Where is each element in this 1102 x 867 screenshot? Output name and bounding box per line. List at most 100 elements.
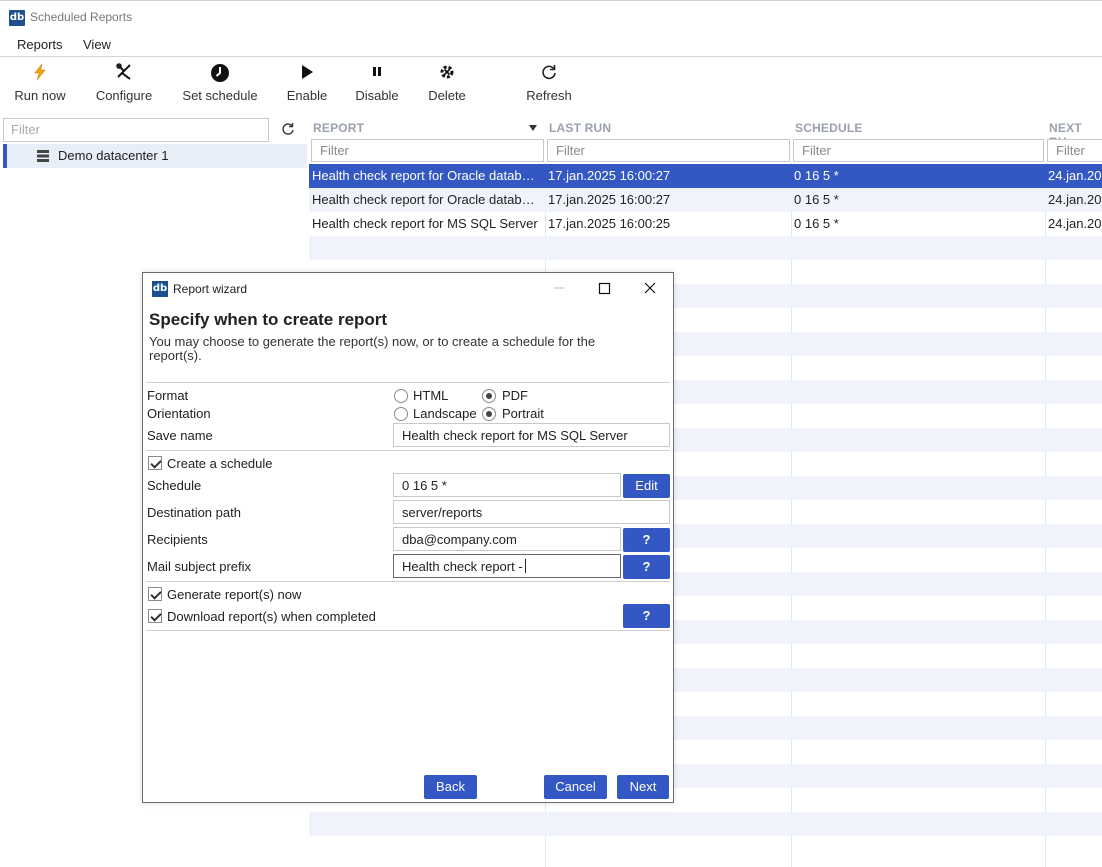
create-schedule-checkbox[interactable] <box>148 456 162 470</box>
refresh-label: Refresh <box>526 88 572 103</box>
tree-item-demo-datacenter[interactable]: Demo datacenter 1 <box>3 144 307 168</box>
table-row[interactable]: Health check report for Oracle database … <box>309 188 1102 212</box>
configure-button[interactable]: Configure <box>92 63 156 109</box>
refresh-button[interactable]: Refresh <box>523 63 575 109</box>
format-pdf-radio[interactable] <box>482 389 496 403</box>
app-logo-icon: db <box>9 10 25 26</box>
dialog-description: You may choose to generate the report(s)… <box>149 334 596 363</box>
run-now-label: Run now <box>14 88 66 103</box>
enable-label: Enable <box>286 88 328 103</box>
orientation-landscape-radio[interactable] <box>394 407 408 421</box>
window-title: Scheduled Reports <box>30 10 133 24</box>
cell-last-run: 17.jan.2025 16:00:25 <box>548 216 671 231</box>
recipients-help-button[interactable]: ? <box>623 528 670 552</box>
tools-icon <box>92 63 156 85</box>
dialog-heading: Specify when to create report <box>149 310 388 329</box>
cancel-button[interactable]: Cancel <box>544 775 607 799</box>
close-button[interactable] <box>628 276 672 300</box>
orientation-label: Orientation <box>147 406 211 421</box>
tree-filter-input[interactable]: Filter <box>3 118 269 142</box>
cell-schedule: 0 16 5 * <box>794 192 839 207</box>
column-header-schedule[interactable]: SCHEDULE <box>795 121 863 135</box>
format-html-label[interactable]: HTML <box>413 388 448 403</box>
schedule-field[interactable]: 0 16 5 * <box>393 473 621 497</box>
window-titlebar: db Scheduled Reports <box>0 0 1102 33</box>
format-html-radio[interactable] <box>394 389 408 403</box>
tree-item-label: Demo datacenter 1 <box>58 148 169 163</box>
table-row[interactable]: Health check report for MS SQL Server 17… <box>309 212 1102 236</box>
format-label: Format <box>147 388 189 403</box>
recipients-field[interactable]: dba@company.com <box>393 527 621 551</box>
cell-last-run: 17.jan.2025 16:00:27 <box>548 192 671 207</box>
next-button[interactable]: Next <box>617 775 669 799</box>
cell-report: Health check report for MS SQL Server <box>312 216 538 231</box>
configure-label: Configure <box>95 88 153 103</box>
menu-bar: Reports View <box>0 33 1102 57</box>
disable-label: Disable <box>355 88 399 103</box>
format-pdf-label[interactable]: PDF <box>502 388 528 403</box>
schedule-filter-input[interactable]: Filter <box>793 139 1044 162</box>
next-run-filter-input[interactable]: Filter <box>1047 139 1102 162</box>
grid-filter-row: Filter Filter Filter Filter <box>309 139 1102 163</box>
menu-reports[interactable]: Reports <box>17 37 63 52</box>
schedule-label: Schedule <box>147 478 202 493</box>
empty-row <box>309 812 1102 836</box>
cell-schedule: 0 16 5 * <box>794 168 839 183</box>
play-icon <box>284 63 330 85</box>
disable-button[interactable]: Disable <box>353 63 401 109</box>
divider <box>146 581 670 582</box>
cell-next-run: 24.jan.2025 <box>1048 168 1102 183</box>
destination-path-label: Destination path <box>147 505 241 520</box>
report-filter-input[interactable]: Filter <box>311 139 544 162</box>
delete-label: Delete <box>428 88 466 103</box>
sort-desc-icon[interactable] <box>529 125 537 131</box>
set-schedule-button[interactable]: Set schedule <box>178 63 262 109</box>
last-run-filter-input[interactable]: Filter <box>547 139 790 162</box>
save-name-label: Save name <box>147 428 213 443</box>
run-now-button[interactable]: Run now <box>10 63 70 109</box>
empty-row <box>309 836 1102 860</box>
database-server-icon <box>36 149 50 166</box>
divider <box>146 630 670 631</box>
pause-icon <box>353 63 401 85</box>
cell-next-run: 24.jan.2025 <box>1048 216 1102 231</box>
refresh-icon <box>523 63 575 85</box>
mail-subject-prefix-label: Mail subject prefix <box>147 559 252 574</box>
mail-subject-prefix-value: Health check report - <box>402 559 523 574</box>
maximize-button[interactable] <box>582 276 626 300</box>
empty-row <box>309 236 1102 260</box>
download-when-completed-label[interactable]: Download report(s) when completed <box>167 609 376 624</box>
tree-refresh-icon[interactable] <box>281 122 295 139</box>
destination-path-field[interactable]: server/reports <box>393 500 670 524</box>
generate-now-checkbox[interactable] <box>148 587 162 601</box>
orientation-portrait-label[interactable]: Portrait <box>502 406 544 421</box>
text-caret <box>524 559 526 573</box>
download-when-completed-checkbox[interactable] <box>148 609 162 623</box>
set-schedule-label: Set schedule <box>182 88 258 103</box>
table-row[interactable]: Health check report for Oracle database … <box>309 164 1102 188</box>
orientation-landscape-label[interactable]: Landscape <box>413 406 477 421</box>
enable-button[interactable]: Enable <box>284 63 330 109</box>
edit-schedule-button[interactable]: Edit <box>623 474 670 498</box>
column-header-report[interactable]: REPORT <box>313 121 364 135</box>
column-header-last-run[interactable]: LAST RUN <box>549 121 611 135</box>
mail-prefix-help-button[interactable]: ? <box>623 555 670 579</box>
menu-view[interactable]: View <box>83 37 111 52</box>
clock-icon <box>178 63 262 85</box>
create-schedule-label[interactable]: Create a schedule <box>167 456 273 471</box>
mail-subject-prefix-field[interactable]: Health check report - <box>393 554 621 578</box>
download-help-button[interactable]: ? <box>623 604 670 628</box>
minimize-button[interactable] <box>537 276 581 300</box>
delete-gear-icon <box>424 63 470 85</box>
cell-schedule: 0 16 5 * <box>794 216 839 231</box>
recipients-label: Recipients <box>147 532 208 547</box>
maximize-icon <box>598 282 611 295</box>
delete-button[interactable]: Delete <box>424 63 470 109</box>
save-name-field[interactable]: Health check report for MS SQL Server <box>393 423 670 447</box>
orientation-portrait-radio[interactable] <box>482 407 496 421</box>
generate-now-label[interactable]: Generate report(s) now <box>167 587 301 602</box>
toolbar: Run now Configure Set schedule Enable Di… <box>0 57 1102 112</box>
close-icon <box>644 282 656 294</box>
lightning-icon <box>10 63 70 85</box>
back-button[interactable]: Back <box>424 775 477 799</box>
